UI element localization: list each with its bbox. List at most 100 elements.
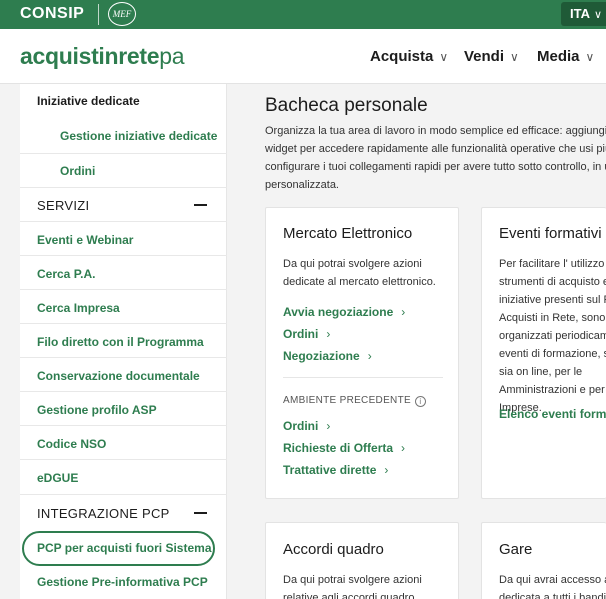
section-servizi-title[interactable]: SERVIZI (37, 198, 89, 213)
divider (20, 494, 227, 495)
topbar-divider (98, 4, 99, 25)
sidebar-item-gestione-iniziative[interactable]: Gestione iniziative dedicate (20, 129, 227, 143)
mef-logo[interactable]: MEF (108, 2, 136, 26)
chevron-right-icon: › (367, 349, 372, 363)
card-gare: Gare Da qui avrai accesso a dedicata a t… (481, 522, 606, 599)
sidebar-item-eventi-webinar[interactable]: Eventi e Webinar (20, 233, 227, 247)
chevron-right-icon: › (326, 327, 331, 341)
collapse-icon[interactable] (194, 204, 207, 206)
chevron-right-icon: › (401, 441, 406, 455)
sidebar: Iniziative dedicate Gestione iniziative … (20, 84, 227, 599)
acquistinretepa-logo[interactable]: acquistinretepa (20, 43, 185, 70)
collapse-icon[interactable] (194, 512, 207, 514)
link-trattative-dirette[interactable]: Trattative dirette › (283, 463, 388, 477)
nav-media[interactable]: Media ∨ (537, 48, 594, 65)
link-negoziazione[interactable]: Negoziazione › (283, 349, 372, 363)
nav-vendi-label: Vendi (464, 48, 505, 65)
sidebar-item-profilo-asp[interactable]: Gestione profilo ASP (20, 403, 227, 417)
main-header: acquistinretepa Acquista ∨ Vendi ∨ Media ∨ (0, 29, 606, 84)
page-intro: Organizza la tua area di lavoro in modo … (265, 122, 606, 194)
ambiente-precedente-heading: AMBIENTE PRECEDENTE i (283, 395, 426, 407)
institutional-topbar: CONSIP MEF ITA ∨ (0, 0, 606, 29)
chevron-right-icon: › (326, 419, 331, 433)
card-title: Mercato Elettronico (283, 225, 413, 242)
sidebar-item-pre-informativa[interactable]: Gestione Pre-informativa PCP (20, 575, 227, 589)
logo-text: acquistinrete (20, 43, 160, 69)
sidebar-item-conservazione[interactable]: Conservazione documentale (20, 369, 227, 383)
nav-acquista-label: Acquista (370, 48, 434, 65)
nav-media-label: Media (537, 48, 580, 65)
card-description: Da qui potrai svolgere azioni relative a… (283, 571, 422, 599)
sidebar-item-cerca-pa[interactable]: Cerca P.A. (20, 267, 227, 281)
intro-line: configurare i tuoi collegamenti rapidi p… (265, 161, 606, 173)
divider (20, 255, 227, 256)
intro-line: Organizza la tua area di lavoro in modo … (265, 125, 606, 137)
divider (20, 323, 227, 324)
divider (20, 289, 227, 290)
link-label: Negoziazione (283, 349, 360, 363)
card-accordi-quadro: Accordi quadro Da qui potrai svolgere az… (265, 522, 459, 599)
desc-line: relative agli accordi quadro. (283, 592, 418, 599)
card-mercato-elettronico: Mercato Elettronico Da qui potrai svolge… (265, 207, 459, 499)
desc-line: strumenti di acquisto e (499, 276, 606, 288)
chevron-right-icon: › (384, 463, 389, 477)
desc-line: Da qui potrai svolgere azioni (283, 258, 422, 270)
link-label: Trattative dirette (283, 463, 377, 477)
card-title: Gare (499, 541, 533, 558)
desc-line: Da qui potrai svolgere azioni (283, 574, 422, 586)
chevron-down-icon: ∨ (439, 50, 449, 64)
link-avvia-negoziazione[interactable]: Avvia negoziazione › (283, 305, 405, 319)
intro-line: widget per accedere rapidamente alle fun… (265, 143, 606, 155)
link-label: Richieste di Offerta (283, 441, 394, 455)
divider (20, 221, 227, 222)
card-description: Da qui avrai accesso a dedicata a tutti … (499, 571, 606, 599)
divider (20, 391, 227, 392)
info-icon[interactable]: i (414, 396, 426, 407)
nav-vendi[interactable]: Vendi ∨ (464, 48, 519, 65)
desc-line: Acquisti in Rete, sono (499, 312, 606, 324)
intro-line: personalizzata. (265, 179, 339, 191)
divider (20, 425, 227, 426)
desc-line: dedicate al mercato elettronico. (283, 276, 436, 288)
language-label: ITA (570, 6, 590, 21)
desc-line: Amministrazioni e per (499, 384, 605, 396)
desc-line: dedicata a tutti i bandi (499, 592, 606, 599)
divider (283, 377, 443, 378)
desc-line: sia on line, per le (499, 366, 583, 378)
link-label: Ordini (283, 327, 319, 341)
divider (20, 153, 227, 154)
sidebar-item-ordini[interactable]: Ordini (20, 164, 227, 178)
desc-line: organizzati periodicam (499, 330, 606, 342)
page-title: Bacheca personale (265, 95, 428, 116)
chevron-down-icon: ∨ (593, 9, 603, 21)
sidebar-item-cerca-impresa[interactable]: Cerca Impresa (20, 301, 227, 315)
sidebar-item-iniziative-dedicate[interactable]: Iniziative dedicate (20, 94, 227, 108)
desc-line: Da qui avrai accesso a (499, 574, 606, 586)
link-elenco-eventi[interactable]: Elenco eventi format (499, 407, 606, 421)
link-ordini[interactable]: Ordini › (283, 327, 330, 341)
chevron-down-icon: ∨ (510, 50, 519, 64)
consip-logo[interactable]: CONSIP (20, 5, 84, 23)
card-description: Da qui potrai svolgere azioni dedicate a… (283, 255, 436, 291)
sidebar-item-pcp-fuori-sistema[interactable]: PCP per acquisti fuori Sistema (20, 541, 227, 555)
language-selector[interactable]: ITA ∨ (561, 2, 606, 26)
sidebar-item-codice-nso[interactable]: Codice NSO (20, 437, 227, 451)
sidebar-item-edgue[interactable]: eDGUE (20, 471, 227, 485)
desc-line: eventi di formazione, s (499, 348, 606, 360)
link-ordini-precedente[interactable]: Ordini › (283, 419, 330, 433)
logo-pa-text: pa (159, 43, 185, 69)
desc-line: Per facilitare l' utilizzo d (499, 258, 606, 270)
divider (20, 357, 227, 358)
sidebar-item-filo-diretto[interactable]: Filo diretto con il Programma (20, 335, 227, 349)
divider (20, 459, 227, 460)
card-title: Eventi formativi (499, 225, 602, 242)
chevron-right-icon: › (401, 305, 406, 319)
link-label: Avvia negoziazione (283, 305, 394, 319)
link-richieste-offerta[interactable]: Richieste di Offerta › (283, 441, 405, 455)
link-label: Ordini (283, 419, 319, 433)
card-description: Per facilitare l' utilizzo d strumenti d… (499, 255, 606, 417)
section-pcp-title[interactable]: INTEGRAZIONE PCP (37, 506, 170, 521)
subheading-label: AMBIENTE PRECEDENTE (283, 395, 411, 406)
nav-acquista[interactable]: Acquista ∨ (370, 48, 448, 65)
desc-line: iniziative presenti sul P (499, 294, 606, 306)
